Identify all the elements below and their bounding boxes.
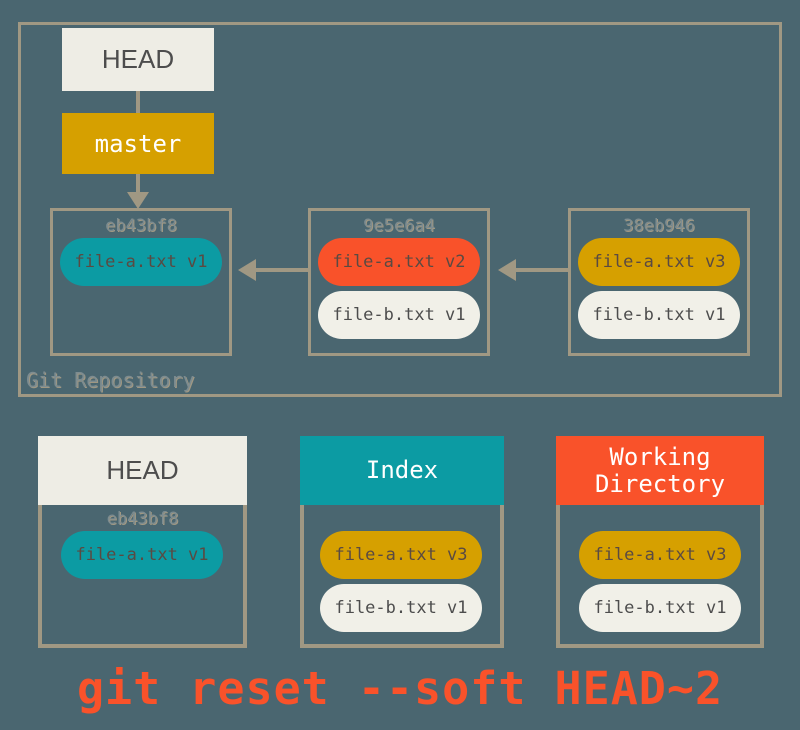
commit-sha-label: 38eb946 — [623, 216, 695, 236]
file-pill: file-b.txt v1 — [320, 584, 482, 632]
commit-box-9e5e6a4: 9e5e6a4 file-a.txt v2 file-b.txt v1 — [308, 208, 490, 356]
arrow-left-icon — [498, 259, 516, 281]
commit-sha-label: 9e5e6a4 — [363, 216, 435, 236]
file-pill: file-b.txt v1 — [579, 584, 741, 632]
branch-pointer-box: master — [62, 113, 214, 174]
file-pill: file-b.txt v1 — [318, 291, 480, 339]
file-pill: file-a.txt v3 — [579, 531, 741, 579]
panel-header-head: HEAD — [38, 436, 247, 505]
panel-title-index: Index — [365, 456, 439, 485]
panel-body-working-directory: file-a.txt v3 file-b.txt v1 — [556, 505, 764, 648]
panel-body-index: file-a.txt v3 file-b.txt v1 — [300, 505, 504, 648]
panel-title-head: HEAD — [106, 454, 179, 485]
panel-header-working-directory: Working Directory — [556, 436, 764, 505]
commit-box-38eb946: 38eb946 file-a.txt v3 file-b.txt v1 — [568, 208, 750, 356]
panel-title-working-line2: Directory — [594, 469, 726, 498]
file-pill: file-a.txt v3 — [578, 238, 740, 286]
git-repository-label: Git Repository — [26, 368, 195, 392]
file-pill: file-a.txt v1 — [61, 531, 223, 579]
branch-pointer-label: master — [94, 129, 182, 158]
head-pointer-box: HEAD — [62, 28, 214, 91]
panel-sha-label: eb43bf8 — [106, 509, 179, 529]
connector-head-to-master — [136, 91, 140, 113]
panel-header-index: Index — [300, 436, 504, 505]
panel-body-head: eb43bf8 file-a.txt v1 — [38, 505, 247, 648]
arrow-down-icon — [127, 192, 149, 209]
commit-box-eb43bf8: eb43bf8 file-a.txt v1 — [50, 208, 232, 356]
git-command-caption: git reset --soft HEAD~2 — [76, 662, 724, 715]
commit-link-line — [250, 268, 308, 272]
head-pointer-label: HEAD — [101, 44, 175, 74]
file-pill: file-a.txt v1 — [60, 238, 222, 286]
file-pill: file-b.txt v1 — [578, 291, 740, 339]
file-pill: file-a.txt v2 — [318, 238, 480, 286]
connector-master-to-commit — [136, 174, 140, 194]
arrow-left-icon — [238, 259, 256, 281]
file-pill: file-a.txt v3 — [320, 531, 482, 579]
commit-sha-label: eb43bf8 — [105, 216, 177, 236]
diagram-canvas: Git Repository HEAD master eb43bf8 file-… — [0, 0, 800, 730]
commit-link-line — [510, 268, 568, 272]
panel-title-working-line1: Working — [609, 442, 711, 471]
